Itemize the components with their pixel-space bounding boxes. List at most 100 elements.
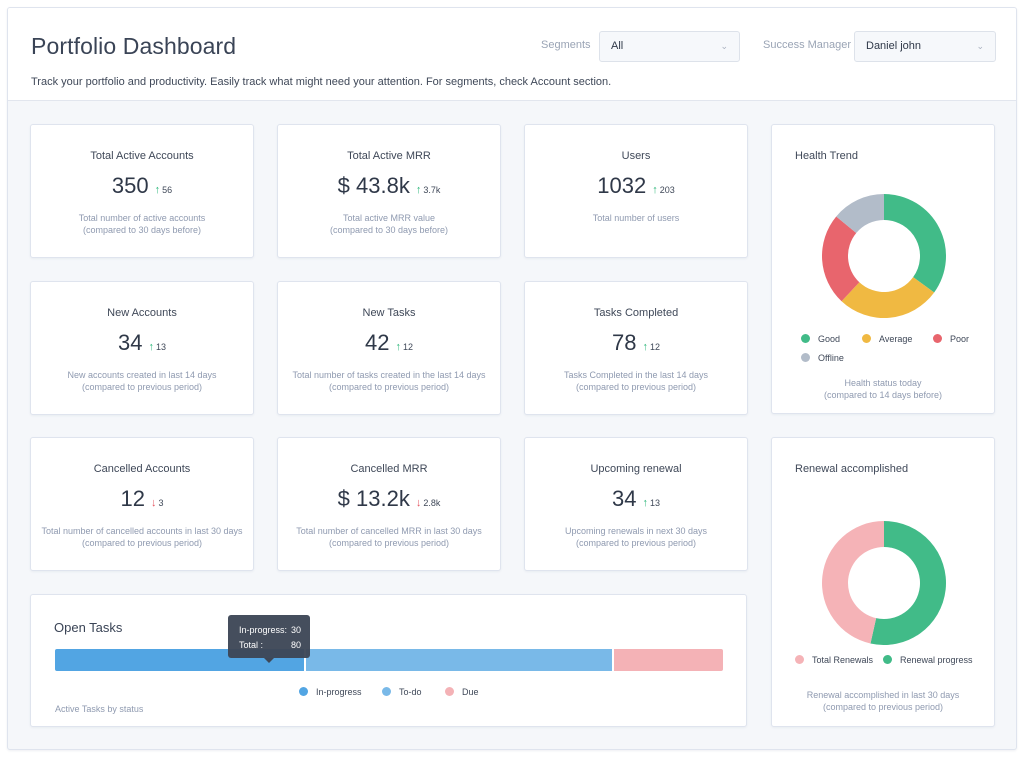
legend-good[interactable]: Good xyxy=(801,334,840,344)
stat-value-row: 78 ↑ 12 xyxy=(525,330,747,356)
stat-value: 12 xyxy=(120,486,145,511)
legend-dot-poor xyxy=(933,334,942,343)
stat-value: 1032 xyxy=(597,173,647,198)
page-subtitle: Track your portfolio and productivity. E… xyxy=(31,76,612,88)
legend-label: In-progress xyxy=(316,687,362,697)
legend-label: Total Renewals xyxy=(812,655,874,665)
stat-delta: ↑ 12 xyxy=(395,341,413,353)
stat-value-row: 34 ↑ 13 xyxy=(525,486,747,512)
legend-dot-total-renewals xyxy=(795,655,804,664)
stat-desc-line1: Total number of users xyxy=(592,213,680,223)
renewal-legend: Total Renewals Renewal progress xyxy=(772,438,996,728)
stat-delta: ↑ 13 xyxy=(148,341,166,353)
stat-title: Upcoming renewal xyxy=(590,463,682,475)
stat-delta-value: 13 xyxy=(155,342,166,352)
legend-offline[interactable]: Offline xyxy=(801,353,844,363)
legend-label: Good xyxy=(818,334,841,344)
stat-desc-line1: Total number of tasks created in the las… xyxy=(292,370,486,380)
stat-desc-line2: (compared to 30 days before) xyxy=(82,225,202,235)
stat-desc-line2: (compared to previous period) xyxy=(575,382,697,392)
stat-card-users[interactable]: Users 1032 ↑ 203 Total number of users xyxy=(524,124,748,258)
stat-value-row: 34 ↑ 13 xyxy=(31,330,253,356)
stat-value-row: 350 ↑ 56 xyxy=(31,173,253,199)
health-trend-footnote: Health status today (compared to 14 days… xyxy=(772,377,994,401)
tooltip-row-in-progress: In-progress: 30 xyxy=(239,623,301,638)
arrow-up-icon: ↑ xyxy=(642,497,648,509)
legend-label: Average xyxy=(879,334,913,344)
stat-desc-line2: (compared to previous period) xyxy=(328,382,450,392)
legend-dot-good xyxy=(801,334,810,343)
stat-delta-value: 12 xyxy=(649,342,660,352)
segments-value: All xyxy=(611,40,624,52)
stat-desc-line2: (compared to previous period) xyxy=(328,538,450,548)
stat-desc-line2: (compared to previous period) xyxy=(575,538,697,548)
stat-value: 78 xyxy=(612,330,637,355)
stat-title: Cancelled MRR xyxy=(350,463,428,475)
legend-in-progress[interactable]: In-progress xyxy=(299,687,362,697)
arrow-up-icon: ↑ xyxy=(642,341,648,353)
segments-label: Segments xyxy=(541,39,591,51)
success-manager-select[interactable]: Daniel john ⌄ xyxy=(854,31,996,62)
stat-description: Total active MRR value (compared to 30 da… xyxy=(278,212,500,236)
stat-card-cancelled-mrr[interactable]: Cancelled MRR $ 13.2k ↓ 2.8k Total number of… xyxy=(277,437,501,571)
health-trend-legend: Good Average Poor Offline xyxy=(772,125,996,415)
renewal-foot-line2: (compared to previous period) xyxy=(822,702,944,712)
stat-value-row: 42 ↑ 12 xyxy=(278,330,500,356)
segments-select[interactable]: All ⌄ xyxy=(599,31,740,62)
page-header: Portfolio Dashboard Track your portfolio… xyxy=(8,8,1016,101)
stat-desc-line2: (compared to 30 days before) xyxy=(329,225,449,235)
stat-desc-line2: (compared to previous period) xyxy=(81,538,203,548)
stat-card-cancelled-accounts[interactable]: Cancelled Accounts 12 ↓ 3 Total number of ca… xyxy=(30,437,254,571)
legend-due[interactable]: Due xyxy=(445,687,479,697)
renewal-footnote: Renewal accomplished in last 30 days (co… xyxy=(772,689,994,713)
legend-renewal-progress[interactable]: Renewal progress xyxy=(883,655,973,665)
stat-description: Total number of active accounts (compared… xyxy=(31,212,253,236)
stat-card-new-tasks[interactable]: New Tasks 42 ↑ 12 Total number of tasks crea… xyxy=(277,281,501,415)
stat-value: $ 13.2k xyxy=(337,486,410,511)
stat-title: Total Active Accounts xyxy=(90,150,194,162)
stat-card-total-active-accounts[interactable]: Total Active Accounts 350 ↑ 56 Total number … xyxy=(30,124,254,258)
stat-value-row: 12 ↓ 3 xyxy=(31,486,253,512)
stat-card-total-active-mrr[interactable]: Total Active MRR $ 43.8k ↑ 3.7k Total active… xyxy=(277,124,501,258)
success-manager-label: Success Manager xyxy=(763,39,852,51)
stat-value: $ 43.8k xyxy=(337,173,410,198)
stat-description: Tasks Completed in the last 14 days (comp… xyxy=(525,369,747,393)
stat-delta-value: 3.7k xyxy=(423,185,441,195)
health-trend-foot-line1: Health status today xyxy=(844,378,922,388)
stat-title: New Accounts xyxy=(107,307,177,319)
stat-card-upcoming-renewal[interactable]: Upcoming renewal 34 ↑ 13 Upcoming renewals i… xyxy=(524,437,748,571)
arrow-up-icon: ↑ xyxy=(652,184,658,196)
legend-dot-renewal-progress xyxy=(883,655,892,664)
arrow-up-icon: ↑ xyxy=(154,184,161,196)
legend-dot-offline xyxy=(801,353,810,362)
tooltip-row-total: Total : 80 xyxy=(239,638,301,653)
stat-delta: ↑ 203 xyxy=(652,184,675,196)
stat-value: 34 xyxy=(612,486,637,511)
page-title: Portfolio Dashboard xyxy=(31,33,237,59)
stat-delta: ↓ 2.8k xyxy=(416,497,441,509)
stat-card-new-accounts[interactable]: New Accounts 34 ↑ 13 New accounts created in… xyxy=(30,281,254,415)
legend-poor[interactable]: Poor xyxy=(933,334,969,344)
open-tasks-tooltip: In-progress: 30 Total : 80 xyxy=(228,615,310,658)
stat-delta-value: 2.8k xyxy=(423,498,441,508)
stat-desc-line2: (compared to previous period) xyxy=(81,382,203,392)
legend-dot-todo xyxy=(382,687,391,696)
success-manager-value: Daniel john xyxy=(866,40,922,52)
legend-label: To-do xyxy=(399,687,422,697)
renewal-card: Renewal accomplished Total Renewals Rene… xyxy=(771,437,995,727)
health-trend-card: Health Trend Good Average Poor Offline H… xyxy=(771,124,995,414)
legend-average[interactable]: Average xyxy=(862,334,912,344)
stat-value: 42 xyxy=(365,330,390,355)
stat-title: Total Active MRR xyxy=(347,150,431,162)
legend-total-renewals[interactable]: Total Renewals xyxy=(795,655,873,665)
stat-delta-value: 3 xyxy=(158,498,164,508)
stat-value-row: $ 43.8k ↑ 3.7k xyxy=(278,173,500,199)
stat-desc-line1: Upcoming renewals in next 30 days xyxy=(564,526,708,536)
stat-card-tasks-completed[interactable]: Tasks Completed 78 ↑ 12 Tasks Completed in t… xyxy=(524,281,748,415)
legend-todo[interactable]: To-do xyxy=(382,687,422,697)
stat-delta: ↑ 56 xyxy=(154,184,173,196)
stat-title: Users xyxy=(621,150,651,162)
stat-value: 350 xyxy=(111,173,149,198)
stat-title: Tasks Completed xyxy=(593,307,679,319)
legend-label: Renewal progress xyxy=(900,655,973,665)
